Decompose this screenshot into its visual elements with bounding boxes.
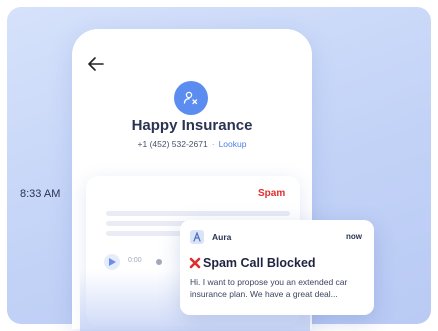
contact-unknown-icon xyxy=(183,91,198,105)
aura-app-icon xyxy=(190,230,204,244)
spam-label: Spam xyxy=(258,188,286,199)
cross-mark-icon xyxy=(189,257,201,269)
app-name: Aura xyxy=(212,232,232,242)
play-button[interactable] xyxy=(104,254,120,270)
transcript-line xyxy=(106,211,290,216)
back-arrow-icon[interactable] xyxy=(88,57,104,71)
notification-time: now xyxy=(346,232,362,241)
lookup-link[interactable]: Lookup xyxy=(219,139,247,149)
call-time: 8:33 AM xyxy=(20,188,61,200)
contact-phone: +1 (452) 532-2671 xyxy=(137,139,208,149)
contact-avatar xyxy=(174,81,208,115)
player-scrubber[interactable] xyxy=(156,259,162,265)
play-icon xyxy=(108,258,116,266)
notification-title: Spam Call Blocked xyxy=(203,256,316,270)
player-time: 0:00 xyxy=(128,257,142,264)
contact-details: +1 (452) 532-2671 · Lookup xyxy=(72,139,312,149)
contact-name: Happy Insurance xyxy=(131,117,253,134)
notification-body: Hi. I want to propose you an extended ca… xyxy=(190,277,348,299)
notification-title-row: Spam Call Blocked xyxy=(189,256,316,270)
separator: · xyxy=(211,139,215,149)
notification-card[interactable]: Aura now Spam Call Blocked Hi. I want to… xyxy=(180,220,374,315)
audio-player: 0:00 xyxy=(104,254,184,270)
